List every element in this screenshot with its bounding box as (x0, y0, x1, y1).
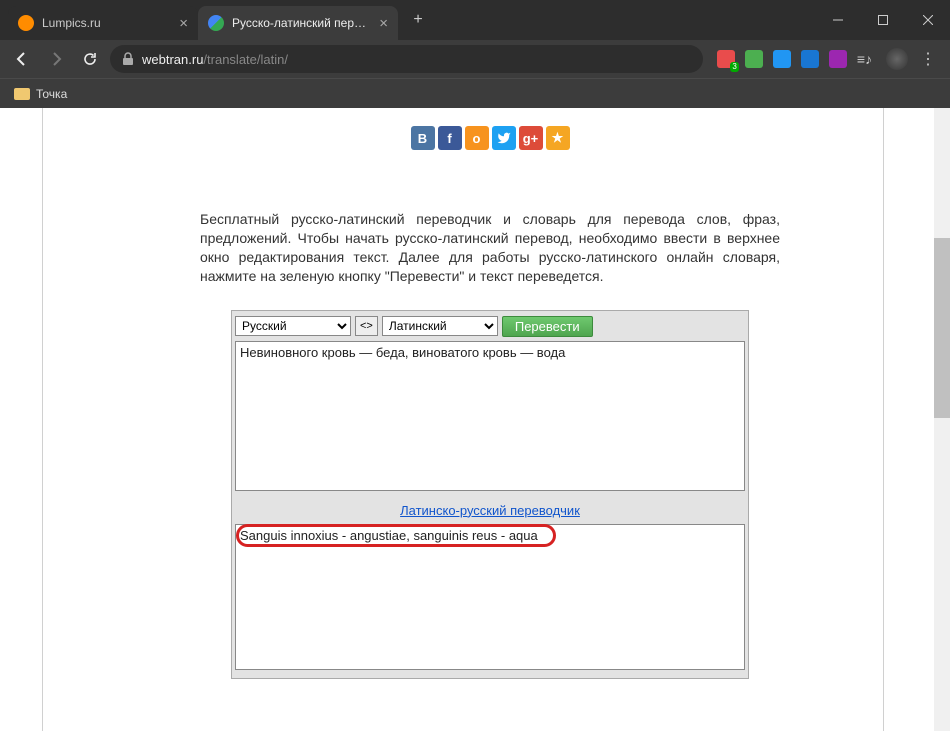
bookmark-label: Точка (36, 87, 67, 101)
page-border (42, 108, 43, 731)
url-host: webtran.ru (142, 52, 203, 67)
google-plus-icon[interactable]: g+ (519, 126, 543, 150)
source-language-select[interactable]: Русский (235, 316, 351, 336)
facebook-icon[interactable]: f (438, 126, 462, 150)
close-icon[interactable]: × (179, 15, 188, 32)
forward-button[interactable] (42, 45, 70, 73)
tab-webtran[interactable]: Русско-латинский переводчик о × (198, 6, 398, 40)
browser-menu-button[interactable]: ⋮ (914, 49, 942, 69)
maximize-icon (878, 15, 888, 25)
lock-icon (122, 52, 134, 66)
extension-icons: 3 ≡♪ (717, 50, 872, 68)
reverse-translator-link[interactable]: Латинско-русский переводчик (400, 503, 580, 518)
page-border (883, 108, 884, 731)
browser-toolbar: webtran.ru/translate/latin/ 3 ≡♪ ⋮ (0, 40, 950, 78)
minimize-button[interactable] (815, 0, 860, 40)
tab-title: Lumpics.ru (42, 16, 171, 30)
close-window-button[interactable] (905, 0, 950, 40)
extension-icon[interactable] (801, 50, 819, 68)
swap-languages-button[interactable]: <> (355, 316, 378, 336)
bookmarks-bar: Точка (0, 78, 950, 108)
browser-titlebar: Lumpics.ru × Русско-латинский переводчик… (0, 0, 950, 40)
url-path: /translate/latin/ (203, 52, 288, 67)
tab-strip: Lumpics.ru × Русско-латинский переводчик… (8, 6, 438, 40)
reload-button[interactable] (76, 45, 104, 73)
arrow-right-icon (48, 51, 64, 67)
reload-icon (82, 51, 98, 67)
favicon-icon (18, 15, 34, 31)
tab-title: Русско-латинский переводчик о (232, 16, 371, 30)
maximize-button[interactable] (860, 0, 905, 40)
output-wrapper: Sanguis innoxius - angustiae, sanguinis … (235, 524, 745, 675)
translator-controls: Русский <> Латинский Перевести (235, 314, 745, 341)
extension-icon[interactable] (745, 50, 763, 68)
extension-icon[interactable] (829, 50, 847, 68)
odnoklassniki-icon[interactable]: o (465, 126, 489, 150)
page-content: B f o g+ ★ Бесплатный русско-латинский п… (110, 108, 870, 679)
minimize-icon (833, 15, 843, 25)
window-controls (815, 0, 950, 40)
back-button[interactable] (8, 45, 36, 73)
page-viewport: B f o g+ ★ Бесплатный русско-латинский п… (0, 108, 950, 731)
source-text-input[interactable]: Невиновного кровь — беда, виноватого кро… (235, 341, 745, 491)
vk-icon[interactable]: B (411, 126, 435, 150)
close-icon (923, 15, 933, 25)
bookmark-star-icon[interactable]: ★ (546, 126, 570, 150)
folder-icon (14, 88, 30, 100)
scrollbar-thumb[interactable] (934, 238, 950, 418)
translator-panel: Русский <> Латинский Перевести Невиновно… (231, 310, 749, 679)
address-bar[interactable]: webtran.ru/translate/latin/ (110, 45, 703, 73)
reverse-translator-link-row: Латинско-русский переводчик (235, 502, 745, 520)
social-share-row: B f o g+ ★ (110, 126, 870, 150)
twitter-bird-icon (497, 131, 511, 145)
media-control-icon[interactable]: ≡♪ (857, 51, 872, 67)
bookmark-folder[interactable]: Точка (14, 87, 67, 101)
new-tab-button[interactable]: + (404, 6, 432, 34)
extension-icon[interactable]: 3 (717, 50, 735, 68)
arrow-left-icon (14, 51, 30, 67)
tab-lumpics[interactable]: Lumpics.ru × (8, 6, 198, 40)
twitter-icon[interactable] (492, 126, 516, 150)
badge: 3 (730, 62, 738, 72)
translate-button[interactable]: Перевести (502, 316, 593, 337)
page-description: Бесплатный русско-латинский переводчик и… (200, 210, 780, 286)
profile-avatar[interactable] (886, 48, 908, 70)
translation-output[interactable]: Sanguis innoxius - angustiae, sanguinis … (235, 524, 745, 670)
scrollbar[interactable] (934, 108, 950, 731)
close-icon[interactable]: × (379, 15, 388, 32)
extension-icon[interactable] (773, 50, 791, 68)
target-language-select[interactable]: Латинский (382, 316, 498, 336)
favicon-icon (208, 15, 224, 31)
